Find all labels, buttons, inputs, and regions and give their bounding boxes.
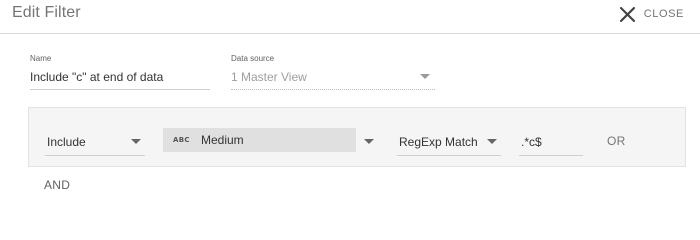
dialog-title: Edit Filter	[12, 4, 81, 21]
caret-down-icon	[487, 139, 497, 144]
dimension-chip[interactable]: ABC Medium	[163, 128, 356, 152]
data-source-field: Data source 1 Master View	[231, 54, 435, 90]
match-type-select[interactable]: RegExp Match	[397, 126, 501, 156]
and-button[interactable]: AND	[44, 178, 70, 192]
filter-condition-row: Include ABC Medium RegExp Match .*c$ OR	[28, 107, 686, 167]
close-button-label: CLOSE	[643, 8, 684, 20]
edit-filter-dialog: Edit Filter CLOSE Name Include "c" at en…	[0, 0, 700, 216]
include-select-underline	[45, 155, 145, 156]
data-source-underline	[231, 89, 435, 90]
data-source-value: 1 Master View	[231, 70, 307, 84]
include-exclude-value: Include	[47, 135, 86, 149]
dialog-header: Edit Filter CLOSE	[0, 0, 700, 34]
caret-down-icon	[420, 74, 430, 79]
data-source-label: Data source	[231, 54, 275, 63]
caret-down-icon	[131, 139, 141, 144]
abc-text-icon: ABC	[173, 136, 190, 144]
dimension-dropdown-icon[interactable]	[364, 139, 374, 144]
expression-input[interactable]: .*c$	[519, 126, 583, 156]
or-button[interactable]: OR	[607, 134, 626, 148]
expression-underline	[519, 155, 583, 156]
include-exclude-select[interactable]: Include	[45, 126, 145, 156]
expression-value: .*c$	[521, 135, 542, 149]
match-type-value: RegExp Match	[399, 135, 478, 149]
name-input[interactable]: Include "c" at end of data	[30, 69, 210, 85]
match-select-underline	[397, 155, 501, 156]
name-input-underline	[30, 89, 210, 90]
dimension-label: Medium	[201, 133, 244, 147]
name-field-label: Name	[30, 54, 52, 63]
close-button[interactable]: CLOSE	[619, 5, 684, 23]
close-icon	[619, 6, 635, 22]
name-field[interactable]: Name Include "c" at end of data	[30, 54, 210, 90]
